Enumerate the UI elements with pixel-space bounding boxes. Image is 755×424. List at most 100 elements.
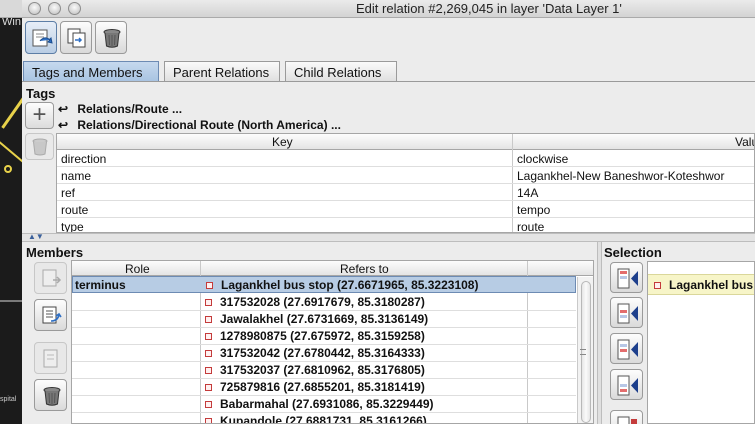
- member-row[interactable]: 317532042 (27.6780442, 85.3164333): [72, 345, 576, 362]
- add-selection-after-button[interactable]: [610, 333, 643, 364]
- tag-row[interactable]: route tempo: [57, 201, 754, 218]
- member-role[interactable]: terminus: [75, 278, 126, 292]
- member-refers-to: Jawalakhel (27.6731669, 85.3136149): [220, 312, 429, 326]
- move-up-icon: [42, 269, 62, 287]
- member-row[interactable]: 1278980875 (27.675972, 85.3159258): [72, 328, 576, 345]
- close-window-button[interactable]: [28, 2, 41, 15]
- add-at-end-icon: [617, 375, 638, 396]
- node-icon: [205, 384, 212, 391]
- preset-label: Relations/Directional Route (North Ameri…: [77, 118, 341, 132]
- tag-key[interactable]: direction: [61, 152, 106, 166]
- split-pane-divider[interactable]: ▲▼: [22, 232, 755, 242]
- tag-key[interactable]: type: [61, 220, 84, 232]
- preset-link-directional-route[interactable]: ↩ Relations/Directional Route (North Ame…: [58, 118, 341, 132]
- member-refers-to: 317532037 (27.6810962, 85.3176805): [220, 363, 425, 377]
- column-header-key[interactable]: Key: [272, 135, 293, 149]
- background-window-titlebar: [0, 0, 22, 18]
- sort-members-button[interactable]: [34, 299, 67, 331]
- column-header-role[interactable]: Role: [125, 262, 150, 276]
- member-refers-to: 725879816 (27.6855201, 85.3181419): [220, 380, 425, 394]
- add-selection-before-button[interactable]: [610, 297, 643, 328]
- column-header-refers-to[interactable]: Refers to: [340, 262, 389, 276]
- collapse-arrows-icon[interactable]: ▲▼: [28, 232, 44, 241]
- member-refers-to: 1278980875 (27.675972, 85.3159258): [220, 329, 425, 343]
- zoom-window-button[interactable]: [68, 2, 81, 15]
- member-row[interactable]: 725879816 (27.6855201, 85.3181419): [72, 379, 576, 396]
- column-header-value[interactable]: Value: [735, 135, 754, 149]
- members-selection-divider[interactable]: [597, 242, 602, 424]
- tag-value[interactable]: clockwise: [517, 152, 568, 166]
- node-icon: [205, 316, 212, 323]
- add-selection-at-end-button[interactable]: [610, 369, 643, 400]
- trash-icon: [103, 29, 121, 48]
- toolbar: [22, 18, 755, 58]
- node-icon: [205, 367, 212, 374]
- node-icon: [205, 299, 212, 306]
- member-row[interactable]: 317532037 (27.6810962, 85.3176805): [72, 362, 576, 379]
- member-row-selected[interactable]: terminus Lagankhel bus stop (27.6671965,…: [72, 276, 576, 293]
- tab-strip: Tags and Members Parent Relations Child …: [22, 60, 755, 82]
- apply-icon: [32, 29, 53, 47]
- selection-list: Lagankhel bus stop: [647, 261, 755, 424]
- remove-member-button[interactable]: [34, 379, 67, 411]
- member-refers-to: 317532028 (27.6917679, 85.3180287): [220, 295, 425, 309]
- tag-row[interactable]: type route: [57, 218, 754, 232]
- tag-value[interactable]: tempo: [517, 203, 550, 217]
- member-refers-to: Kupandole (27.6881731, 85.3161266): [220, 414, 427, 424]
- tag-key[interactable]: route: [61, 203, 88, 217]
- map-roundabout: [4, 165, 12, 173]
- member-refers-to: 317532042 (27.6780442, 85.3164333): [220, 346, 425, 360]
- member-refers-to: Lagankhel bus stop (27.6671965, 85.32231…: [221, 278, 479, 292]
- trash-icon: [43, 387, 61, 406]
- node-icon: [205, 333, 212, 340]
- tab-tags-and-members[interactable]: Tags and Members: [23, 61, 159, 81]
- member-row[interactable]: Babarmahal (27.6931086, 85.3229449): [72, 396, 576, 413]
- delete-tag-button[interactable]: [25, 133, 54, 160]
- node-icon: [205, 401, 212, 408]
- members-scrollbar[interactable]: [577, 277, 593, 423]
- plus-icon: +: [32, 101, 47, 128]
- tab-child-relations[interactable]: Child Relations: [285, 61, 397, 81]
- tag-value[interactable]: route: [517, 220, 544, 232]
- trash-icon: [32, 138, 47, 156]
- node-icon: [206, 282, 213, 289]
- member-row[interactable]: 317532028 (27.6917679, 85.3180287): [72, 294, 576, 311]
- delete-relation-button[interactable]: [95, 21, 127, 54]
- member-row[interactable]: Kupandole (27.6881731, 85.3161266): [72, 413, 576, 424]
- add-after-icon: [617, 339, 638, 360]
- members-table: Role Refers to terminus Lagankhel bus st…: [71, 260, 594, 424]
- tag-key[interactable]: name: [61, 169, 91, 183]
- minimize-window-button[interactable]: [48, 2, 61, 15]
- preset-link-route[interactable]: ↩ Relations/Route ...: [58, 102, 182, 116]
- add-tag-button[interactable]: +: [25, 102, 54, 129]
- add-selection-at-start-button[interactable]: [610, 262, 643, 293]
- tab-parent-relations[interactable]: Parent Relations: [164, 61, 280, 81]
- map-road: [1, 94, 22, 129]
- node-icon: [205, 418, 212, 423]
- duplicate-relation-button[interactable]: [60, 21, 92, 54]
- tab-divider: [22, 81, 755, 82]
- preset-label: Relations/Route ...: [77, 102, 183, 116]
- tag-value[interactable]: Lagankhel-New Baneshwor-Koteshwor: [517, 169, 724, 183]
- move-up-button[interactable]: [34, 262, 67, 294]
- tag-row[interactable]: direction clockwise: [57, 150, 754, 167]
- selection-section-title: Selection: [604, 245, 662, 260]
- tag-row[interactable]: name Lagankhel-New Baneshwor-Koteshwor: [57, 167, 754, 184]
- tag-table: Key Value direction clockwise name Lagan…: [56, 133, 755, 233]
- member-row[interactable]: Jawalakhel (27.6731669, 85.3136149): [72, 311, 576, 328]
- duplicate-icon: [67, 28, 86, 48]
- tag-value[interactable]: 14A: [517, 186, 538, 200]
- remove-selected-button[interactable]: [610, 410, 643, 424]
- edit-member-button[interactable]: [34, 342, 67, 374]
- tag-key[interactable]: ref: [61, 186, 75, 200]
- selection-item[interactable]: Lagankhel bus stop: [648, 274, 754, 295]
- apply-changes-button[interactable]: [25, 21, 57, 54]
- scrollbar-grip-icon: [580, 349, 586, 355]
- edit-icon: [43, 349, 58, 368]
- background-map: Win spital: [0, 0, 22, 424]
- preset-arrow-icon: ↩: [58, 102, 69, 116]
- tag-row[interactable]: ref 14A: [57, 184, 754, 201]
- remove-icon: [617, 416, 637, 424]
- members-table-header: Role Refers to: [72, 261, 593, 276]
- members-section-title: Members: [26, 245, 84, 260]
